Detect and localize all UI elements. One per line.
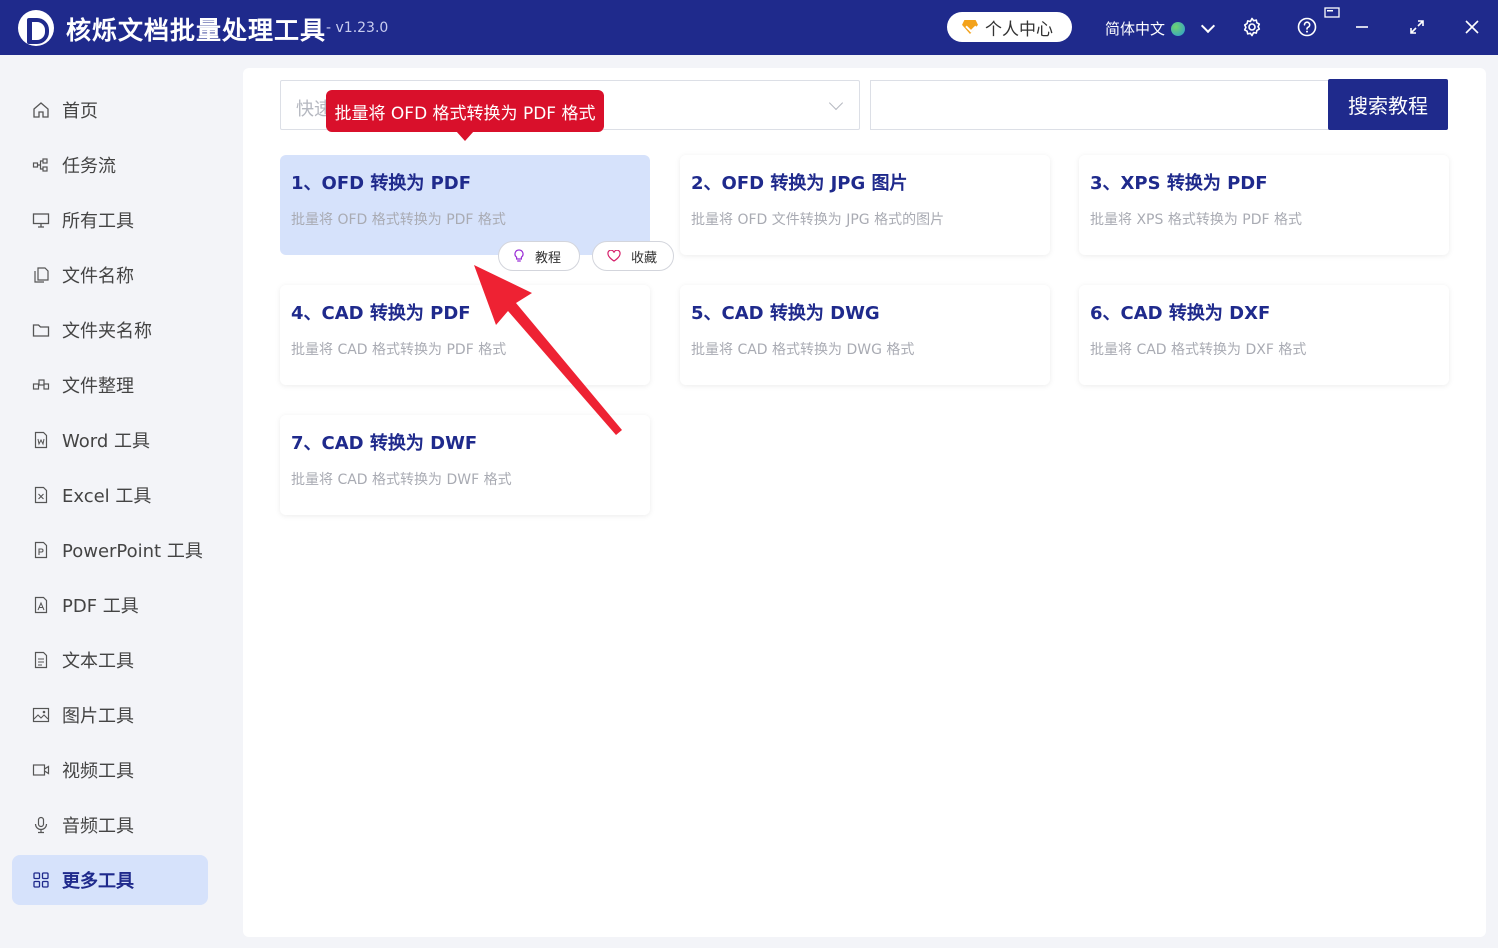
sidebar-item-workflow[interactable]: 任务流 (12, 140, 208, 190)
sidebar-item-label: 文件整理 (62, 376, 134, 397)
pdf-file-icon (34, 596, 48, 614)
title-bar: 核烁文档批量处理工具 - v1.23.0 个人中心 简体中文 (0, 0, 1498, 55)
sidebar-item-label: 更多工具 (62, 871, 134, 892)
tutorial-button[interactable]: 教程 (498, 241, 580, 271)
close-icon[interactable] (1460, 15, 1484, 39)
card-tooltip: 批量将 OFD 格式转换为 PDF 格式 (326, 90, 604, 141)
tool-card-cad-to-dwg[interactable]: 5、CAD 转换为 DWG 批量将 CAD 格式转换为 DWG 格式 (680, 285, 1050, 385)
main-panel: 快速 搜索教程 1、OFD 转换为 PDF 批量将 OFD 格式转换为 PDF … (243, 68, 1486, 937)
search-tutorial-button[interactable]: 搜索教程 (1328, 79, 1448, 130)
app-logo-icon (18, 10, 54, 46)
card-title: 2、OFD 转换为 JPG 图片 (691, 173, 908, 194)
card-title: 1、OFD 转换为 PDF (291, 173, 472, 194)
card-description: 批量将 CAD 格式转换为 DWG 格式 (691, 342, 915, 358)
sidebar-item-label: 所有工具 (62, 211, 134, 232)
gear-icon[interactable] (1240, 15, 1264, 39)
sidebar-item-label: 文件夹名称 (62, 321, 152, 342)
card-title: 7、CAD 转换为 DWF (291, 433, 478, 454)
tutorial-label: 教程 (535, 250, 562, 266)
text-file-icon (34, 651, 48, 669)
globe-icon (1171, 21, 1186, 36)
language-selector[interactable]: 简体中文 (1105, 18, 1216, 39)
card-description: 批量将 OFD 文件转换为 JPG 格式的图片 (691, 212, 945, 228)
sidebar-item-pdf-tools[interactable]: PDF 工具 (12, 580, 208, 630)
sidebar-item-label: 文本工具 (62, 651, 134, 672)
user-center-label: 个人中心 (985, 19, 1053, 40)
organize-icon (32, 379, 50, 390)
microphone-icon (34, 816, 48, 834)
sidebar-item-word-tools[interactable]: Word 工具 (12, 415, 208, 465)
card-description: 批量将 OFD 格式转换为 PDF 格式 (291, 212, 506, 228)
sidebar-item-label: Word 工具 (62, 431, 150, 452)
sidebar-item-powerpoint-tools[interactable]: PowerPoint 工具 (12, 525, 208, 575)
video-icon (32, 764, 50, 776)
vip-diamond-icon (961, 17, 981, 37)
favorite-button[interactable]: 收藏 (592, 241, 674, 271)
maximize-icon[interactable] (1405, 15, 1429, 39)
sidebar-item-label: 视频工具 (62, 761, 134, 782)
sidebar-item-label: 音频工具 (62, 816, 134, 837)
sidebar-item-text-tools[interactable]: 文本工具 (12, 635, 208, 685)
app-title: 核烁文档批量处理工具 (66, 16, 327, 45)
app-version: - v1.23.0 (326, 20, 389, 36)
workflow-icon (32, 158, 48, 172)
tool-card-cad-to-dwf[interactable]: 7、CAD 转换为 DWF 批量将 CAD 格式转换为 DWF 格式 (280, 415, 650, 515)
sidebar-item-label: Excel 工具 (62, 486, 152, 507)
card-description: 批量将 CAD 格式转换为 PDF 格式 (291, 342, 507, 358)
heart-icon (607, 250, 621, 262)
sidebar-item-file-organize[interactable]: 文件整理 (12, 360, 208, 410)
monitor-icon (32, 213, 50, 228)
sidebar-item-label: 任务流 (62, 156, 116, 177)
tool-card-xps-to-pdf[interactable]: 3、XPS 转换为 PDF 批量将 XPS 格式转换为 PDF 格式 (1079, 155, 1449, 255)
sidebar-item-label: 文件名称 (62, 266, 134, 287)
screen-icon[interactable] (1324, 7, 1340, 19)
grid-icon (33, 872, 49, 888)
user-center-button[interactable]: 个人中心 (947, 12, 1072, 42)
sidebar-item-image-tools[interactable]: 图片工具 (12, 690, 208, 740)
card-description: 批量将 CAD 格式转换为 DXF 格式 (1090, 342, 1307, 358)
sidebar-item-label: 图片工具 (62, 706, 134, 727)
ppt-file-icon (34, 541, 48, 559)
file-copy-icon (34, 267, 49, 283)
image-icon (32, 707, 50, 723)
help-icon[interactable] (1295, 15, 1319, 39)
sidebar-item-audio-tools[interactable]: 音频工具 (12, 800, 208, 850)
sidebar-item-more-tools[interactable]: 更多工具 (12, 855, 208, 905)
chevron-down-icon (1200, 18, 1216, 33)
sidebar-item-label: PDF 工具 (62, 596, 139, 617)
word-file-icon (34, 431, 48, 449)
card-description: 批量将 CAD 格式转换为 DWF 格式 (291, 472, 512, 488)
excel-file-icon (34, 486, 48, 504)
tool-card-cad-to-pdf[interactable]: 4、CAD 转换为 PDF 批量将 CAD 格式转换为 PDF 格式 (280, 285, 650, 385)
sidebar-item-all-tools[interactable]: 所有工具 (12, 195, 208, 245)
favorite-label: 收藏 (631, 250, 658, 266)
folder-icon (32, 324, 50, 337)
sidebar-item-label: 首页 (62, 101, 98, 122)
home-icon (33, 102, 49, 118)
sidebar-item-folder-name[interactable]: 文件夹名称 (12, 305, 208, 355)
sidebar-item-label: PowerPoint 工具 (62, 541, 203, 562)
sidebar-item-excel-tools[interactable]: Excel 工具 (12, 470, 208, 520)
search-input[interactable] (870, 80, 1330, 130)
language-label: 简体中文 (1105, 20, 1166, 38)
sidebar: 首页 任务流 所有工具 文件名称 文件夹名称 文件整理 Word 工具 Exce… (0, 55, 220, 948)
lightbulb-icon (514, 249, 524, 262)
sidebar-item-home[interactable]: 首页 (12, 85, 208, 135)
sidebar-item-file-name[interactable]: 文件名称 (12, 250, 208, 300)
card-title: 3、XPS 转换为 PDF (1090, 173, 1268, 194)
chevron-down-icon (828, 95, 844, 111)
card-title: 5、CAD 转换为 DWG (691, 303, 880, 324)
sidebar-item-video-tools[interactable]: 视频工具 (12, 745, 208, 795)
card-description: 批量将 XPS 格式转换为 PDF 格式 (1090, 212, 1302, 228)
tool-card-ofd-to-jpg[interactable]: 2、OFD 转换为 JPG 图片 批量将 OFD 文件转换为 JPG 格式的图片 (680, 155, 1050, 255)
card-title: 6、CAD 转换为 DXF (1090, 303, 1271, 324)
tool-card-ofd-to-pdf[interactable]: 1、OFD 转换为 PDF 批量将 OFD 格式转换为 PDF 格式 (280, 155, 650, 255)
card-title: 4、CAD 转换为 PDF (291, 303, 471, 324)
tool-card-cad-to-dxf[interactable]: 6、CAD 转换为 DXF 批量将 CAD 格式转换为 DXF 格式 (1079, 285, 1449, 385)
minimize-icon[interactable] (1350, 15, 1374, 39)
